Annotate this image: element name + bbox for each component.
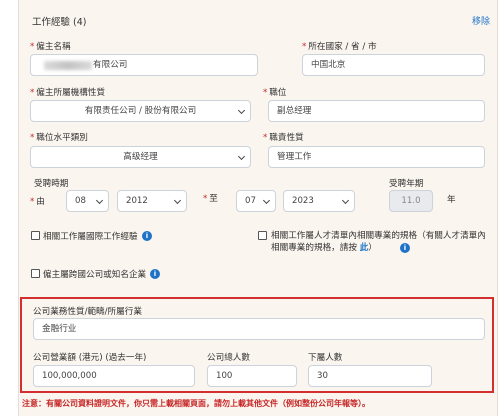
intl-experience-checkbox[interactable]	[31, 231, 40, 240]
upload-note: 注意：有關公司資料證明文件，你只需上載相關頁面，請勿上載其他文件（例如整份公司年…	[22, 399, 370, 408]
multinational-label: 僱主屬跨國公司或知名企業	[43, 270, 147, 280]
to-year-select[interactable]: 2023	[283, 190, 355, 212]
talent-list-link[interactable]: 此	[360, 243, 369, 253]
period-label: 受聘時期	[34, 179, 69, 189]
talent-list-label: 相關工作屬人才清單內相關專業的規格（有關人才清單內相關專業的規格，請按 此）	[271, 231, 486, 253]
chevron-down-icon	[95, 196, 104, 205]
business-input[interactable]: 金融行业	[33, 318, 485, 340]
chevron-down-icon	[237, 152, 246, 161]
intl-experience-label: 相關工作屬國際工作經驗	[43, 232, 138, 242]
section-title: 工作經驗 (4)	[32, 17, 87, 28]
revenue-label: 公司營業額 (港元) (過去一年)	[33, 353, 147, 363]
position-label: * 職位	[263, 88, 287, 98]
employer-name-label: * 僱主名稱	[30, 42, 71, 52]
years-label: 受聘年期	[389, 179, 424, 189]
info-icon[interactable]: i	[142, 231, 152, 241]
chevron-down-icon	[237, 106, 246, 115]
location-input[interactable]: 中国北京	[302, 54, 485, 76]
staff-total-input[interactable]: 100	[207, 365, 297, 387]
years-output: 11.0	[389, 190, 433, 212]
multinational-checkbox[interactable]	[31, 269, 40, 278]
business-label: 公司業務性質/範疇/所屬行業	[33, 307, 142, 317]
talent-list-checkbox[interactable]	[258, 231, 267, 240]
position-input[interactable]: 副总经理	[268, 100, 485, 122]
position-level-select[interactable]: 高级经理	[30, 146, 251, 168]
info-icon[interactable]: i	[400, 243, 410, 253]
info-icon[interactable]: i	[150, 269, 160, 279]
institution-type-label: * 僱主所屬機構性質	[30, 88, 106, 98]
chevron-down-icon	[262, 196, 271, 205]
chevron-down-icon	[341, 196, 350, 205]
location-label: * 所在國家 / 省 / 市	[302, 42, 377, 52]
to-label: * 至	[203, 194, 218, 204]
institution-type-select[interactable]: 有限责任公司 / 股份有限公司	[30, 100, 251, 122]
redacted-text	[44, 61, 92, 70]
duty-nature-input[interactable]: 管理工作	[268, 146, 485, 168]
from-label: * 由	[30, 197, 45, 207]
duty-nature-label: * 職責性質	[263, 133, 304, 143]
revenue-input[interactable]: 100,000,000	[33, 365, 195, 387]
to-month-select[interactable]: 07	[236, 190, 276, 212]
from-year-select[interactable]: 2012	[117, 190, 187, 212]
subordinates-input[interactable]: 30	[308, 365, 432, 387]
position-level-label: * 職位水平類別	[30, 133, 88, 143]
staff-total-label: 公司總人數	[207, 353, 250, 363]
subordinates-label: 下屬人數	[308, 353, 343, 363]
remove-link[interactable]: 移除	[472, 14, 490, 27]
years-unit: 年	[447, 195, 456, 205]
from-month-select[interactable]: 08	[66, 190, 109, 212]
chevron-down-icon	[173, 196, 182, 205]
